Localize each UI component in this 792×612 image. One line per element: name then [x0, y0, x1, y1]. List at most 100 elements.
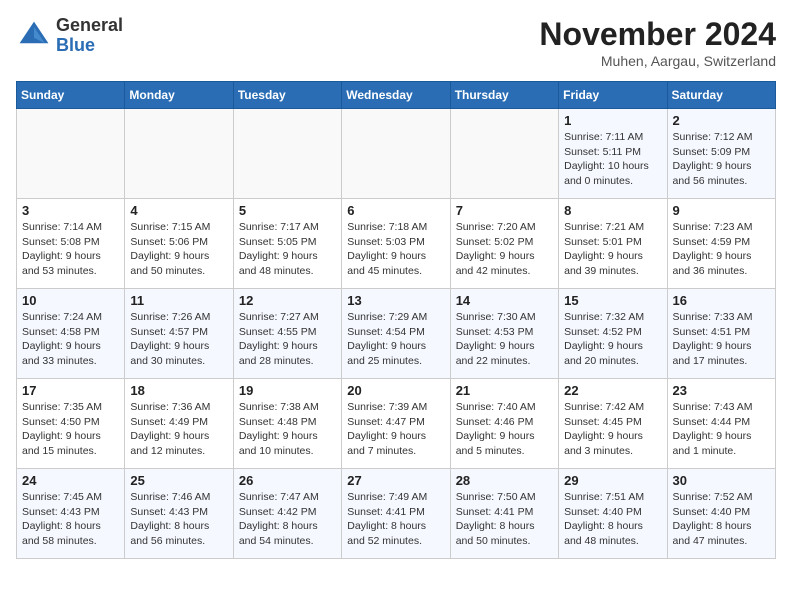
calendar-cell	[342, 109, 450, 199]
day-info: Sunrise: 7:11 AMSunset: 5:11 PMDaylight:…	[564, 130, 661, 189]
calendar-cell: 21 Sunrise: 7:40 AMSunset: 4:46 PMDayligh…	[450, 379, 558, 469]
calendar-week-row: 17Sunrise: 7:35 AMSunset: 4:50 PMDayligh…	[17, 379, 776, 469]
day-number: 7	[456, 203, 553, 218]
calendar-cell: 11Sunrise: 7:26 AMSunset: 4:57 PMDayligh…	[125, 289, 233, 379]
day-number: 2	[673, 113, 770, 128]
calendar-cell: 23 Sunrise: 7:43 AMSunset: 4:44 PMDayligh…	[667, 379, 775, 469]
calendar-cell: 18 Sunrise: 7:36 AMSunset: 4:49 PMDayligh…	[125, 379, 233, 469]
calendar-cell	[125, 109, 233, 199]
title-area: November 2024 Muhen, Aargau, Switzerland	[539, 16, 776, 69]
day-number: 16	[673, 293, 770, 308]
day-info: Sunrise: 7:38 AMSunset: 4:48 PMDaylight:…	[239, 400, 336, 459]
calendar-cell: 27Sunrise: 7:49 AMSunset: 4:41 PMDayligh…	[342, 469, 450, 559]
weekday-header: Friday	[559, 82, 667, 109]
day-info: Sunrise: 7:12 AMSunset: 5:09 PMDaylight:…	[673, 130, 770, 189]
header: General Blue November 2024 Muhen, Aargau…	[16, 16, 776, 69]
weekday-header: Tuesday	[233, 82, 341, 109]
weekday-header: Thursday	[450, 82, 558, 109]
day-info: Sunrise: 7:40 AMSunset: 4:46 PMDaylight:…	[456, 400, 553, 459]
logo-general: General	[56, 15, 123, 35]
day-number: 21	[456, 383, 553, 398]
day-number: 27	[347, 473, 444, 488]
month-title: November 2024	[539, 16, 776, 53]
day-info: Sunrise: 7:27 AMSunset: 4:55 PMDaylight:…	[239, 310, 336, 369]
day-info: Sunrise: 7:24 AMSunset: 4:58 PMDaylight:…	[22, 310, 119, 369]
day-number: 23	[673, 383, 770, 398]
calendar-cell: 14 Sunrise: 7:30 AMSunset: 4:53 PMDayligh…	[450, 289, 558, 379]
day-info: Sunrise: 7:15 AMSunset: 5:06 PMDaylight:…	[130, 220, 227, 279]
day-number: 17	[22, 383, 119, 398]
weekday-header: Wednesday	[342, 82, 450, 109]
calendar-cell: 15 Sunrise: 7:32 AMSunset: 4:52 PMDayligh…	[559, 289, 667, 379]
day-info: Sunrise: 7:36 AMSunset: 4:49 PMDaylight:…	[130, 400, 227, 459]
day-number: 22	[564, 383, 661, 398]
day-number: 13	[347, 293, 444, 308]
calendar-cell: 9Sunrise: 7:23 AMSunset: 4:59 PMDaylight…	[667, 199, 775, 289]
day-number: 3	[22, 203, 119, 218]
day-number: 19	[239, 383, 336, 398]
day-info: Sunrise: 7:43 AMSunset: 4:44 PMDaylight:…	[673, 400, 770, 459]
day-info: Sunrise: 7:23 AMSunset: 4:59 PMDaylight:…	[673, 220, 770, 279]
calendar-week-row: 1 Sunrise: 7:11 AMSunset: 5:11 PMDaylight…	[17, 109, 776, 199]
day-info: Sunrise: 7:21 AMSunset: 5:01 PMDaylight:…	[564, 220, 661, 279]
calendar-cell: 12 Sunrise: 7:27 AMSunset: 4:55 PMDayligh…	[233, 289, 341, 379]
weekday-header: Monday	[125, 82, 233, 109]
calendar-cell: 8 Sunrise: 7:21 AMSunset: 5:01 PMDaylight…	[559, 199, 667, 289]
calendar-cell: 20 Sunrise: 7:39 AMSunset: 4:47 PMDayligh…	[342, 379, 450, 469]
day-number: 1	[564, 113, 661, 128]
day-info: Sunrise: 7:26 AMSunset: 4:57 PMDaylight:…	[130, 310, 227, 369]
logo-blue: Blue	[56, 35, 95, 55]
day-number: 15	[564, 293, 661, 308]
calendar-cell: 6 Sunrise: 7:18 AMSunset: 5:03 PMDaylight…	[342, 199, 450, 289]
calendar-cell: 10Sunrise: 7:24 AMSunset: 4:58 PMDayligh…	[17, 289, 125, 379]
day-number: 25	[130, 473, 227, 488]
calendar-cell: 26 Sunrise: 7:47 AMSunset: 4:42 PMDayligh…	[233, 469, 341, 559]
day-info: Sunrise: 7:42 AMSunset: 4:45 PMDaylight:…	[564, 400, 661, 459]
weekday-header-row: SundayMondayTuesdayWednesdayThursdayFrid…	[17, 82, 776, 109]
day-info: Sunrise: 7:46 AMSunset: 4:43 PMDaylight:…	[130, 490, 227, 549]
calendar-cell: 3Sunrise: 7:14 AMSunset: 5:08 PMDaylight…	[17, 199, 125, 289]
day-info: Sunrise: 7:29 AMSunset: 4:54 PMDaylight:…	[347, 310, 444, 369]
day-number: 20	[347, 383, 444, 398]
calendar-cell: 17Sunrise: 7:35 AMSunset: 4:50 PMDayligh…	[17, 379, 125, 469]
day-number: 26	[239, 473, 336, 488]
day-number: 14	[456, 293, 553, 308]
day-info: Sunrise: 7:30 AMSunset: 4:53 PMDaylight:…	[456, 310, 553, 369]
day-info: Sunrise: 7:51 AMSunset: 4:40 PMDaylight:…	[564, 490, 661, 549]
calendar-cell: 30 Sunrise: 7:52 AMSunset: 4:40 PMDayligh…	[667, 469, 775, 559]
day-info: Sunrise: 7:52 AMSunset: 4:40 PMDaylight:…	[673, 490, 770, 549]
calendar: SundayMondayTuesdayWednesdayThursdayFrid…	[16, 81, 776, 559]
calendar-cell: 1 Sunrise: 7:11 AMSunset: 5:11 PMDaylight…	[559, 109, 667, 199]
calendar-week-row: 24Sunrise: 7:45 AMSunset: 4:43 PMDayligh…	[17, 469, 776, 559]
day-number: 12	[239, 293, 336, 308]
calendar-cell	[17, 109, 125, 199]
day-number: 28	[456, 473, 553, 488]
calendar-cell: 29Sunrise: 7:51 AMSunset: 4:40 PMDayligh…	[559, 469, 667, 559]
day-info: Sunrise: 7:45 AMSunset: 4:43 PMDaylight:…	[22, 490, 119, 549]
day-number: 4	[130, 203, 227, 218]
calendar-week-row: 3Sunrise: 7:14 AMSunset: 5:08 PMDaylight…	[17, 199, 776, 289]
calendar-week-row: 10Sunrise: 7:24 AMSunset: 4:58 PMDayligh…	[17, 289, 776, 379]
day-info: Sunrise: 7:47 AMSunset: 4:42 PMDaylight:…	[239, 490, 336, 549]
calendar-cell: 13 Sunrise: 7:29 AMSunset: 4:54 PMDayligh…	[342, 289, 450, 379]
day-number: 18	[130, 383, 227, 398]
day-info: Sunrise: 7:32 AMSunset: 4:52 PMDaylight:…	[564, 310, 661, 369]
calendar-cell	[233, 109, 341, 199]
day-info: Sunrise: 7:50 AMSunset: 4:41 PMDaylight:…	[456, 490, 553, 549]
day-number: 5	[239, 203, 336, 218]
day-number: 6	[347, 203, 444, 218]
calendar-cell: 19 Sunrise: 7:38 AMSunset: 4:48 PMDayligh…	[233, 379, 341, 469]
day-info: Sunrise: 7:33 AMSunset: 4:51 PMDaylight:…	[673, 310, 770, 369]
calendar-cell	[450, 109, 558, 199]
day-info: Sunrise: 7:17 AMSunset: 5:05 PMDaylight:…	[239, 220, 336, 279]
calendar-cell: 4 Sunrise: 7:15 AMSunset: 5:06 PMDaylight…	[125, 199, 233, 289]
day-info: Sunrise: 7:39 AMSunset: 4:47 PMDaylight:…	[347, 400, 444, 459]
day-number: 30	[673, 473, 770, 488]
day-info: Sunrise: 7:18 AMSunset: 5:03 PMDaylight:…	[347, 220, 444, 279]
calendar-cell: 22 Sunrise: 7:42 AMSunset: 4:45 PMDayligh…	[559, 379, 667, 469]
day-info: Sunrise: 7:20 AMSunset: 5:02 PMDaylight:…	[456, 220, 553, 279]
day-number: 8	[564, 203, 661, 218]
calendar-cell: 2 Sunrise: 7:12 AMSunset: 5:09 PMDaylight…	[667, 109, 775, 199]
logo-icon	[16, 18, 52, 54]
weekday-header: Sunday	[17, 82, 125, 109]
